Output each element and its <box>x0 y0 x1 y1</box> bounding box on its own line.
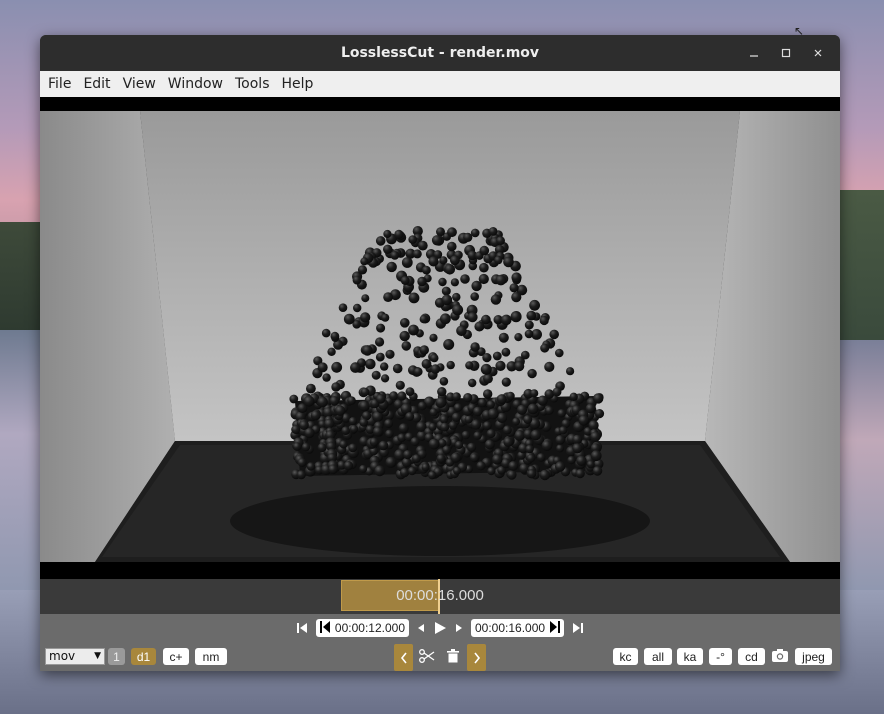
nm-button[interactable]: nm <box>195 648 227 665</box>
window-title: LosslessCut - render.mov <box>340 45 540 61</box>
step-back-icon[interactable] <box>417 623 425 633</box>
minimize-icon <box>750 55 758 57</box>
jump-to-start-icon[interactable] <box>296 622 308 634</box>
menu-view[interactable]: View <box>117 76 162 92</box>
menu-tools[interactable]: Tools <box>229 76 276 92</box>
jpeg-button[interactable]: jpeg <box>795 648 832 665</box>
segment-button[interactable]: d1 <box>131 648 156 665</box>
close-icon <box>814 49 822 57</box>
trash-icon[interactable] <box>447 649 459 667</box>
menu-file[interactable]: File <box>42 76 77 92</box>
format-select-value: mov <box>49 649 76 663</box>
all-button[interactable]: all <box>644 648 672 665</box>
add-segment-button[interactable]: c+ <box>163 648 189 665</box>
menu-window[interactable]: Window <box>162 76 229 92</box>
timeline-current-time: 00:00:16.000 <box>396 587 484 604</box>
menu-help[interactable]: Help <box>276 76 320 92</box>
camera-icon[interactable] <box>771 648 789 667</box>
minimize-button[interactable] <box>738 39 770 67</box>
maximize-icon <box>781 48 791 58</box>
rotation-button[interactable]: -° <box>709 648 732 665</box>
cut-end-box[interactable]: 00:00:16.000 <box>471 619 565 637</box>
desktop-background-right <box>840 190 884 340</box>
bottom-toolbar: mov ▼ 1 d1 c+ nm kc all ka -° cd jpeg <box>40 642 840 671</box>
video-frame <box>40 111 840 562</box>
cut-start-time[interactable]: 00:00:12.000 <box>335 621 405 635</box>
chevron-left-icon <box>400 652 407 663</box>
desktop-background-left <box>0 222 40 332</box>
kc-button[interactable]: kc <box>613 648 638 665</box>
set-cut-start-icon[interactable] <box>319 620 330 636</box>
set-cut-end-icon[interactable] <box>550 620 561 636</box>
cd-button[interactable]: cd <box>738 648 765 665</box>
cut-end-time[interactable]: 00:00:16.000 <box>475 621 545 635</box>
format-select[interactable]: mov ▼ <box>45 648 105 665</box>
desktop-background-water-right <box>840 340 884 590</box>
prev-segment-button[interactable] <box>394 644 413 671</box>
maximize-button[interactable] <box>770 39 802 67</box>
timeline[interactable]: 00:00:16.000 <box>40 579 840 614</box>
jump-to-end-icon[interactable] <box>572 622 584 634</box>
menu-bar: File Edit View Window Tools Help <box>40 71 840 98</box>
stream-count-button[interactable]: 1 <box>108 648 125 665</box>
play-icon[interactable] <box>433 621 447 635</box>
video-player[interactable] <box>40 97 840 579</box>
close-button[interactable] <box>802 39 834 67</box>
desktop-background-water-left <box>0 330 40 590</box>
app-window: LosslessCut - render.mov File Edit View … <box>40 35 840 671</box>
menu-edit[interactable]: Edit <box>77 76 116 92</box>
title-bar[interactable]: LosslessCut - render.mov <box>40 35 840 71</box>
chevron-down-icon: ▼ <box>94 651 101 661</box>
next-segment-button[interactable] <box>467 644 486 671</box>
chevron-right-icon <box>473 652 480 663</box>
transport-controls: 00:00:12.000 00:00:16.000 <box>40 614 840 642</box>
scissors-icon[interactable] <box>419 649 435 667</box>
step-forward-icon[interactable] <box>455 623 463 633</box>
cut-start-box[interactable]: 00:00:12.000 <box>315 619 409 637</box>
ka-button[interactable]: ka <box>677 648 703 665</box>
window-controls <box>738 35 834 71</box>
